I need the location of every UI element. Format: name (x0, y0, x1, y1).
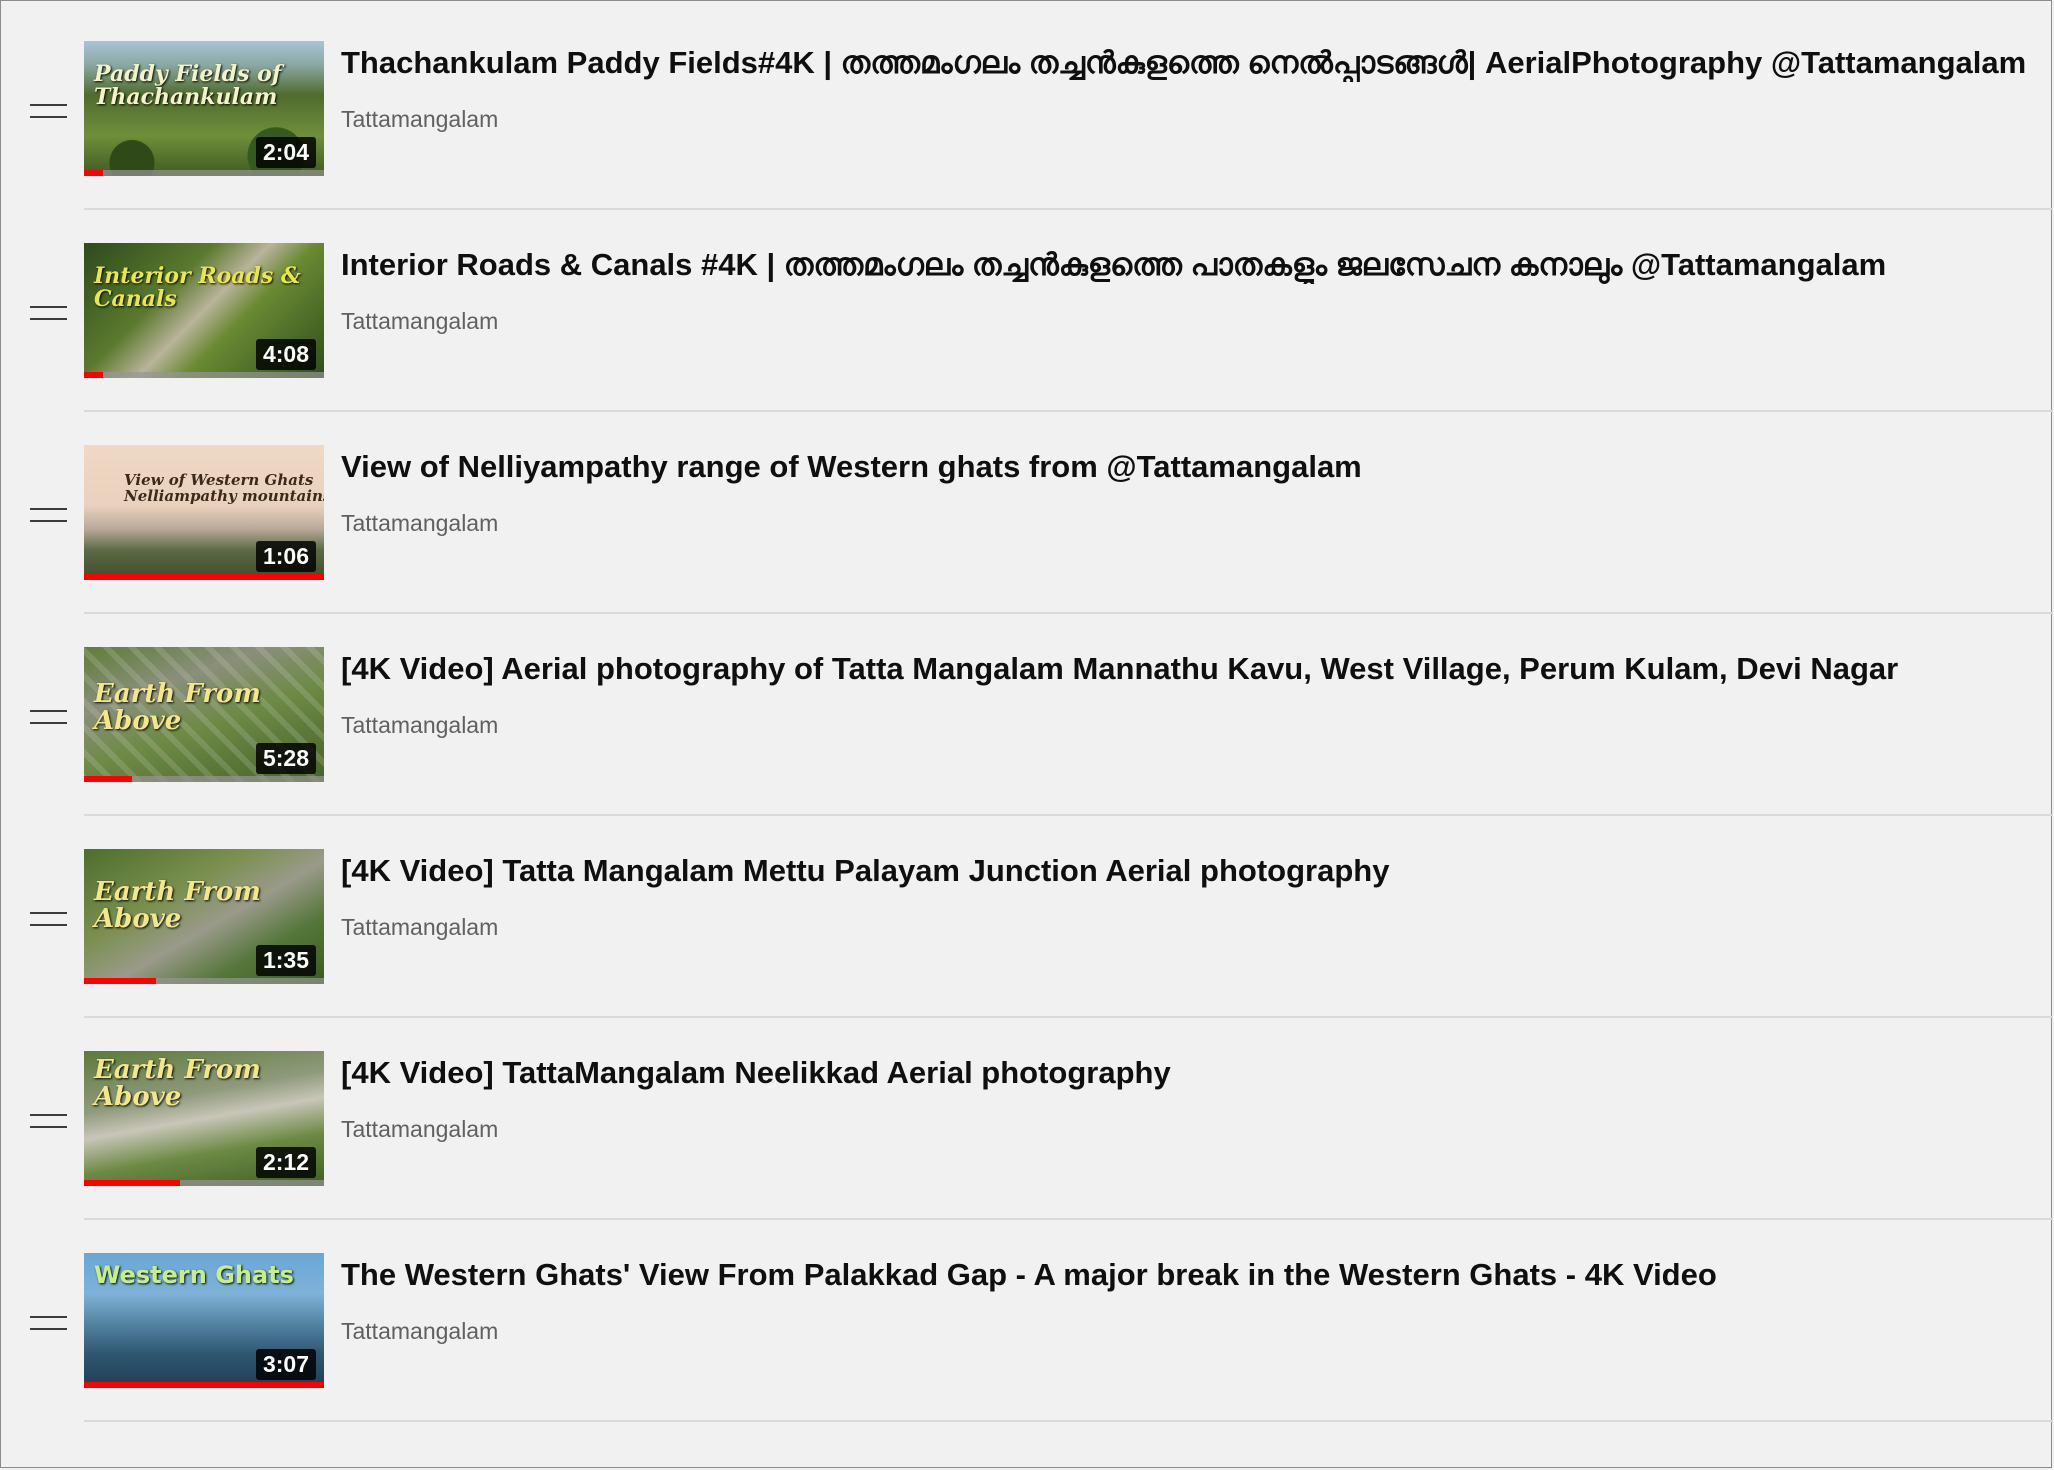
playlist-item[interactable]: Western Ghats 3:07 The Western Ghats' Vi… (1, 1213, 2053, 1422)
duration-badge: 1:35 (255, 945, 316, 976)
watch-progress-bar (84, 1382, 324, 1388)
channel-name[interactable]: Tattamangalam (341, 509, 498, 537)
watch-progress-fill (84, 1180, 180, 1186)
video-title[interactable]: [4K Video] Aerial photography of Tatta M… (341, 650, 2031, 688)
watch-progress-fill (84, 978, 156, 984)
video-thumbnail[interactable]: Paddy Fields of Thachankulam 2:04 (84, 41, 324, 176)
thumbnail-caption: Western Ghats (94, 1261, 294, 1289)
watch-progress-bar (84, 1180, 324, 1186)
playlist-item[interactable]: Earth From Above 2:12 [4K Video] TattaMa… (1, 1011, 2053, 1220)
thumbnail-caption: Earth From Above (94, 679, 261, 737)
watch-progress-bar (84, 776, 324, 782)
drag-handle-icon[interactable] (30, 1316, 67, 1330)
duration-badge: 4:08 (255, 339, 316, 370)
watch-progress-fill (84, 170, 104, 176)
thumbnail-caption: Earth From Above (94, 877, 261, 935)
drag-handle-icon[interactable] (30, 912, 67, 926)
channel-name[interactable]: Tattamangalam (341, 711, 498, 739)
duration-badge: 3:07 (255, 1349, 316, 1380)
video-title[interactable]: Interior Roads & Canals #4K | തത്തമംഗലം … (341, 246, 2031, 284)
drag-handle-icon[interactable] (30, 1114, 67, 1128)
watch-progress-bar (84, 574, 324, 580)
watch-progress-bar (84, 372, 324, 378)
watch-progress-bar (84, 978, 324, 984)
thumbnail-caption: View of Western Ghats Nelliampathy mount… (124, 471, 324, 505)
playlist-item[interactable]: Interior Roads & Canals 4:08 Interior Ro… (1, 203, 2053, 412)
watch-progress-fill (84, 372, 104, 378)
duration-badge: 2:04 (255, 137, 316, 168)
watch-progress-fill (84, 1382, 324, 1388)
thumbnail-caption: Earth From Above (94, 1055, 261, 1113)
video-thumbnail[interactable]: Western Ghats 3:07 (84, 1253, 324, 1388)
watch-progress-fill (84, 574, 324, 580)
channel-name[interactable]: Tattamangalam (341, 913, 498, 941)
watch-progress-fill (84, 776, 132, 782)
playlist-item[interactable]: Earth From Above 5:28 [4K Video] Aerial … (1, 607, 2053, 816)
channel-name[interactable]: Tattamangalam (341, 1317, 498, 1345)
item-divider (84, 1420, 2053, 1422)
video-title[interactable]: [4K Video] TattaMangalam Neelikkad Aeria… (341, 1054, 2031, 1092)
thumbnail-caption: Interior Roads & Canals (94, 263, 301, 313)
playlist-item[interactable]: Paddy Fields of Thachankulam 2:04 Thacha… (1, 1, 2053, 210)
channel-name[interactable]: Tattamangalam (341, 1115, 498, 1143)
video-thumbnail[interactable]: Interior Roads & Canals 4:08 (84, 243, 324, 378)
video-title[interactable]: The Western Ghats' View From Palakkad Ga… (341, 1256, 2031, 1294)
duration-badge: 5:28 (255, 743, 316, 774)
channel-name[interactable]: Tattamangalam (341, 307, 498, 335)
video-thumbnail[interactable]: Earth From Above 1:35 (84, 849, 324, 984)
duration-badge: 2:12 (255, 1147, 316, 1178)
video-thumbnail[interactable]: View of Western Ghats Nelliampathy mount… (84, 445, 324, 580)
video-title[interactable]: Thachankulam Paddy Fields#4K | തത്തമംഗലം… (341, 44, 2031, 82)
duration-badge: 1:06 (255, 541, 316, 572)
thumbnail-caption: Paddy Fields of Thachankulam (94, 61, 282, 111)
playlist-item[interactable]: Earth From Above 1:35 [4K Video] Tatta M… (1, 809, 2053, 1018)
channel-name[interactable]: Tattamangalam (341, 105, 498, 133)
drag-handle-icon[interactable] (30, 508, 67, 522)
watch-progress-bar (84, 170, 324, 176)
drag-handle-icon[interactable] (30, 104, 67, 118)
video-thumbnail[interactable]: Earth From Above 5:28 (84, 647, 324, 782)
video-title[interactable]: View of Nelliyampathy range of Western g… (341, 448, 2031, 486)
drag-handle-icon[interactable] (30, 710, 67, 724)
video-title[interactable]: [4K Video] Tatta Mangalam Mettu Palayam … (341, 852, 2031, 890)
drag-handle-icon[interactable] (30, 306, 67, 320)
playlist-frame: Paddy Fields of Thachankulam 2:04 Thacha… (0, 0, 2053, 1468)
video-thumbnail[interactable]: Earth From Above 2:12 (84, 1051, 324, 1186)
playlist-item[interactable]: View of Western Ghats Nelliampathy mount… (1, 405, 2053, 614)
